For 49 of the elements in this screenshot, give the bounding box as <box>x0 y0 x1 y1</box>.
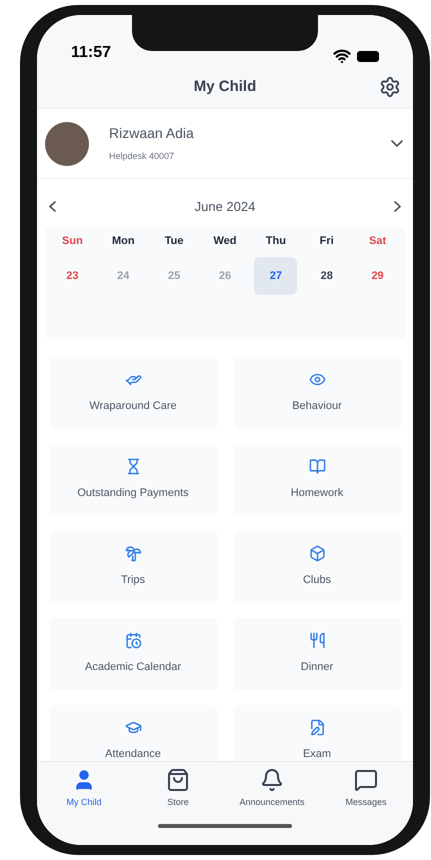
feature-tile[interactable]: Behaviour <box>233 356 401 428</box>
chevron-down-icon <box>391 140 403 147</box>
feature-tile[interactable]: Outstanding Payments <box>49 444 217 516</box>
bell-icon <box>260 768 284 792</box>
profile-selector[interactable]: Rizwaan Adia Helpdesk 40007 <box>37 109 413 179</box>
cube-icon <box>308 544 326 562</box>
weekday-label: Sat <box>368 234 388 248</box>
screen-title: My Child <box>194 77 256 98</box>
month-label: June 2024 <box>194 198 256 216</box>
feature-tile[interactable]: Exam <box>233 704 401 761</box>
weekday-label: Sun <box>61 234 84 248</box>
previous-month-button[interactable] <box>49 201 56 212</box>
chevron-left-icon <box>49 201 56 212</box>
chat-icon <box>354 768 378 792</box>
weekday-label: Wed <box>212 234 238 248</box>
palm-tree-icon <box>124 544 142 562</box>
tab-item[interactable]: Store <box>131 768 225 810</box>
child-name: Rizwaan Adia <box>109 124 195 144</box>
feature-tile[interactable]: Trips <box>49 530 217 602</box>
calendar-date[interactable]: 27 <box>254 257 298 295</box>
bag-icon <box>166 768 190 792</box>
status-time: 11:57 <box>71 43 112 63</box>
calendar-date[interactable]: 29 <box>356 257 400 295</box>
tab-item[interactable]: Announcements <box>225 768 319 810</box>
calendar-clock-icon <box>124 632 142 649</box>
weekday-label: Thu <box>264 234 287 248</box>
feature-tile[interactable]: Dinner <box>233 618 401 690</box>
utensils-icon <box>308 632 326 649</box>
tab-item[interactable]: My Child <box>37 768 131 810</box>
settings-button[interactable] <box>379 76 401 98</box>
child-subtitle: Helpdesk 40007 <box>109 150 176 164</box>
feature-tile[interactable]: Attendance <box>49 704 217 761</box>
weekday-label: Tue <box>164 234 184 248</box>
book-icon <box>308 458 326 475</box>
weekday-label: Mon <box>110 234 136 248</box>
feature-tile[interactable]: Academic Calendar <box>49 618 217 690</box>
feature-tile[interactable]: Wraparound Care <box>49 356 217 428</box>
battery-icon <box>357 50 379 62</box>
tab-item[interactable]: Messages <box>319 768 413 810</box>
weekday-label: Fri <box>318 234 335 248</box>
calendar-date[interactable]: 23 <box>50 257 94 295</box>
feature-tile[interactable]: Homework <box>233 444 401 516</box>
calendar-date[interactable]: 28 <box>305 257 348 295</box>
avatar-placeholder <box>45 122 89 166</box>
next-month-button[interactable] <box>394 201 401 212</box>
wifi-icon <box>333 47 351 65</box>
feature-tile[interactable]: Clubs <box>233 530 401 602</box>
document-pen-icon <box>308 718 326 736</box>
chevron-right-icon <box>394 201 401 212</box>
